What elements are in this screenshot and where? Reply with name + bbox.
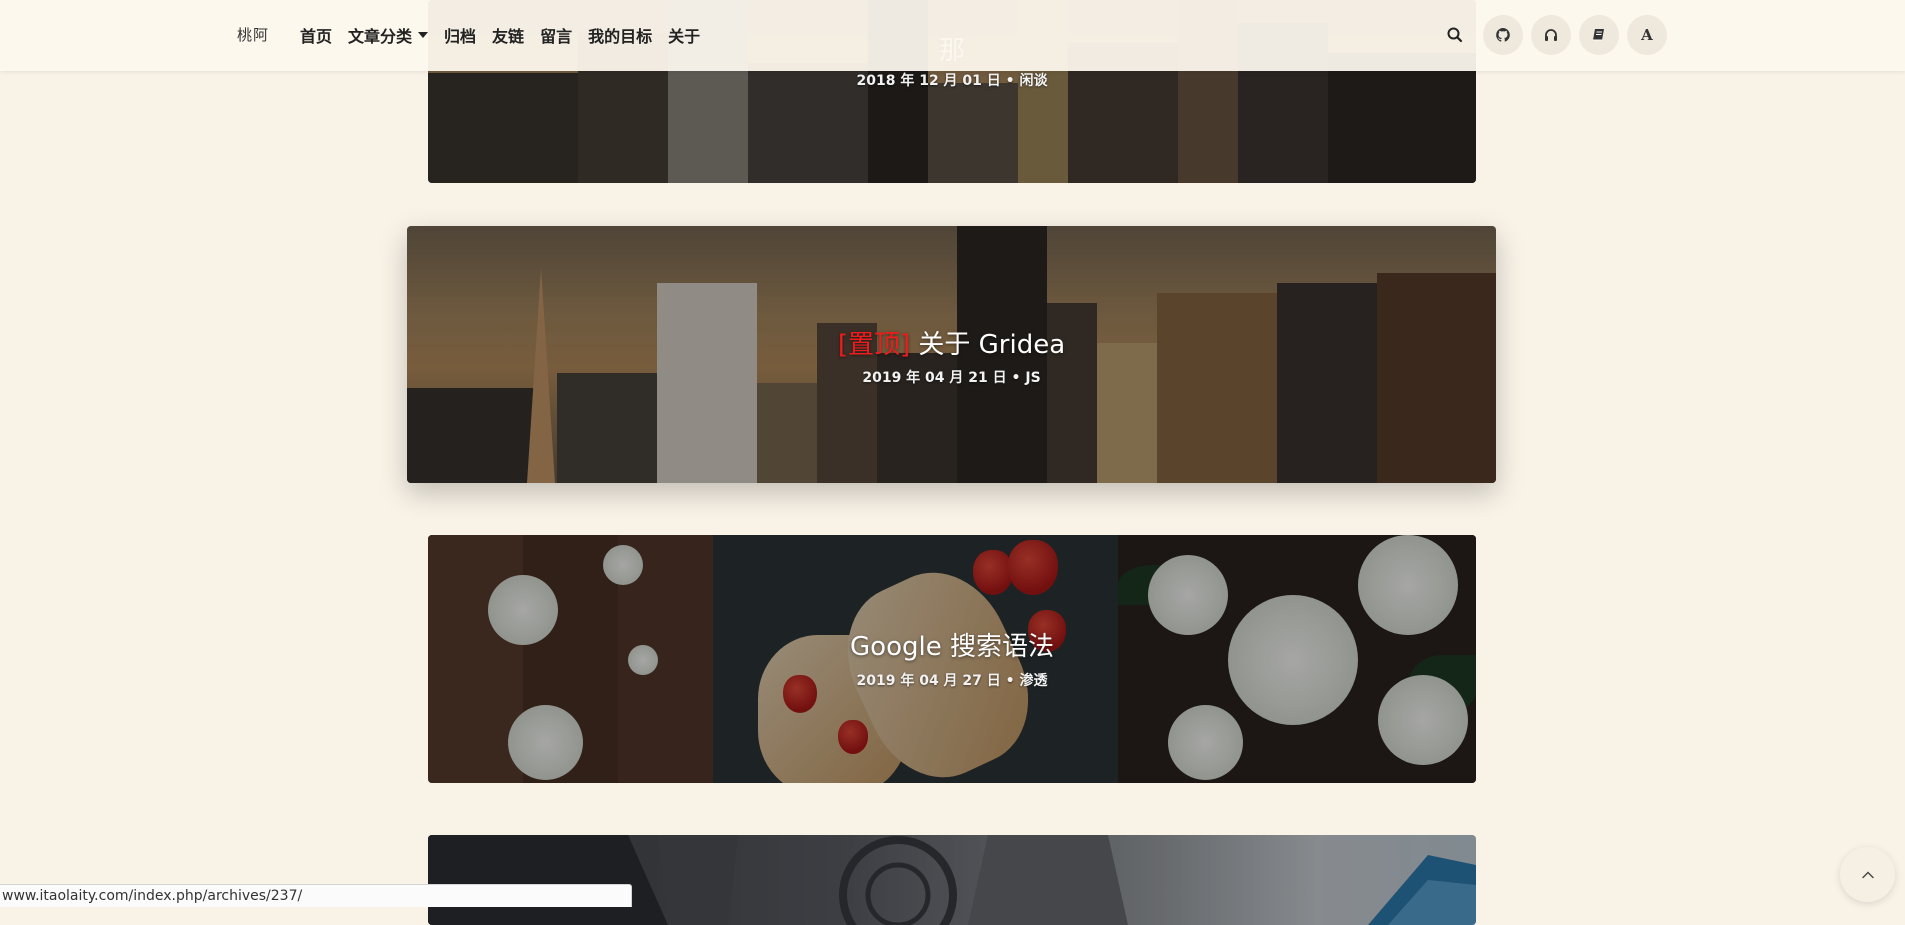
status-bar-url: www.itaolaity.com/index.php/archives/237… bbox=[0, 884, 632, 907]
site-logo[interactable]: 桃阿 bbox=[237, 24, 269, 45]
search-icon bbox=[1447, 27, 1463, 43]
chevron-up-icon bbox=[1861, 871, 1874, 878]
nav-item-guestbook[interactable]: 留言 bbox=[540, 23, 572, 47]
main-nav: 首页 文章分类 归档 友链 留言 我的目标 关于 bbox=[300, 23, 716, 47]
nav-item-friend-links[interactable]: 友链 bbox=[492, 23, 524, 47]
book-icon bbox=[1593, 29, 1604, 41]
post-title: Google 搜索语法 bbox=[850, 632, 1054, 662]
nav-item-archive[interactable]: 归档 bbox=[444, 23, 476, 47]
top-navbar: 桃阿 首页 文章分类 归档 友链 留言 我的目标 关于 A bbox=[0, 0, 1905, 71]
headphones-icon bbox=[1545, 29, 1557, 41]
meta-separator: • bbox=[1005, 673, 1015, 689]
meta-separator: • bbox=[1005, 73, 1015, 89]
post-category[interactable]: 闲谈 bbox=[1020, 73, 1048, 89]
font-size-icon: A bbox=[1641, 26, 1653, 44]
post-date: 2019 年 04 月 21 日 bbox=[862, 370, 1007, 386]
nav-item-about[interactable]: 关于 bbox=[668, 23, 700, 47]
caret-down-icon bbox=[418, 32, 429, 38]
post-date: 2018 年 12 月 01 日 bbox=[856, 73, 1001, 89]
post-card[interactable] bbox=[428, 835, 1476, 925]
nav-item-categories-label: 文章分类 bbox=[348, 27, 413, 46]
post-category[interactable]: 渗透 bbox=[1020, 673, 1048, 689]
pinned-label: [置顶] bbox=[837, 330, 911, 360]
github-button[interactable] bbox=[1483, 15, 1523, 55]
post-card[interactable]: Google 搜索语法 2019 年 04 月 27 日 • 渗透 bbox=[428, 535, 1476, 783]
nav-item-my-goals[interactable]: 我的目标 bbox=[588, 23, 652, 47]
back-to-top-button[interactable] bbox=[1840, 847, 1895, 902]
post-category[interactable]: JS bbox=[1025, 370, 1040, 386]
post-meta: 2019 年 04 月 21 日 • JS bbox=[407, 367, 1496, 387]
post-date: 2019 年 04 月 27 日 bbox=[856, 673, 1001, 689]
post-meta: 2019 年 04 月 27 日 • 渗透 bbox=[428, 670, 1476, 690]
post-card-pinned[interactable]: [置顶] 关于 Gridea 2019 年 04 月 21 日 • JS bbox=[407, 226, 1496, 483]
reading-button[interactable] bbox=[1579, 15, 1619, 55]
github-icon bbox=[1496, 28, 1510, 42]
font-size-button[interactable]: A bbox=[1627, 15, 1667, 55]
post-meta: 2018 年 12 月 01 日 • 闲谈 bbox=[428, 70, 1476, 90]
cover-overlay bbox=[428, 835, 1476, 925]
nav-item-categories[interactable]: 文章分类 bbox=[348, 23, 429, 47]
search-button[interactable] bbox=[1445, 25, 1465, 45]
post-title: 关于 Gridea bbox=[918, 330, 1066, 360]
post-title-row: [置顶] 关于 Gridea bbox=[407, 324, 1496, 361]
music-button[interactable] bbox=[1531, 15, 1571, 55]
meta-separator: • bbox=[1011, 370, 1021, 386]
nav-item-home[interactable]: 首页 bbox=[300, 23, 332, 47]
